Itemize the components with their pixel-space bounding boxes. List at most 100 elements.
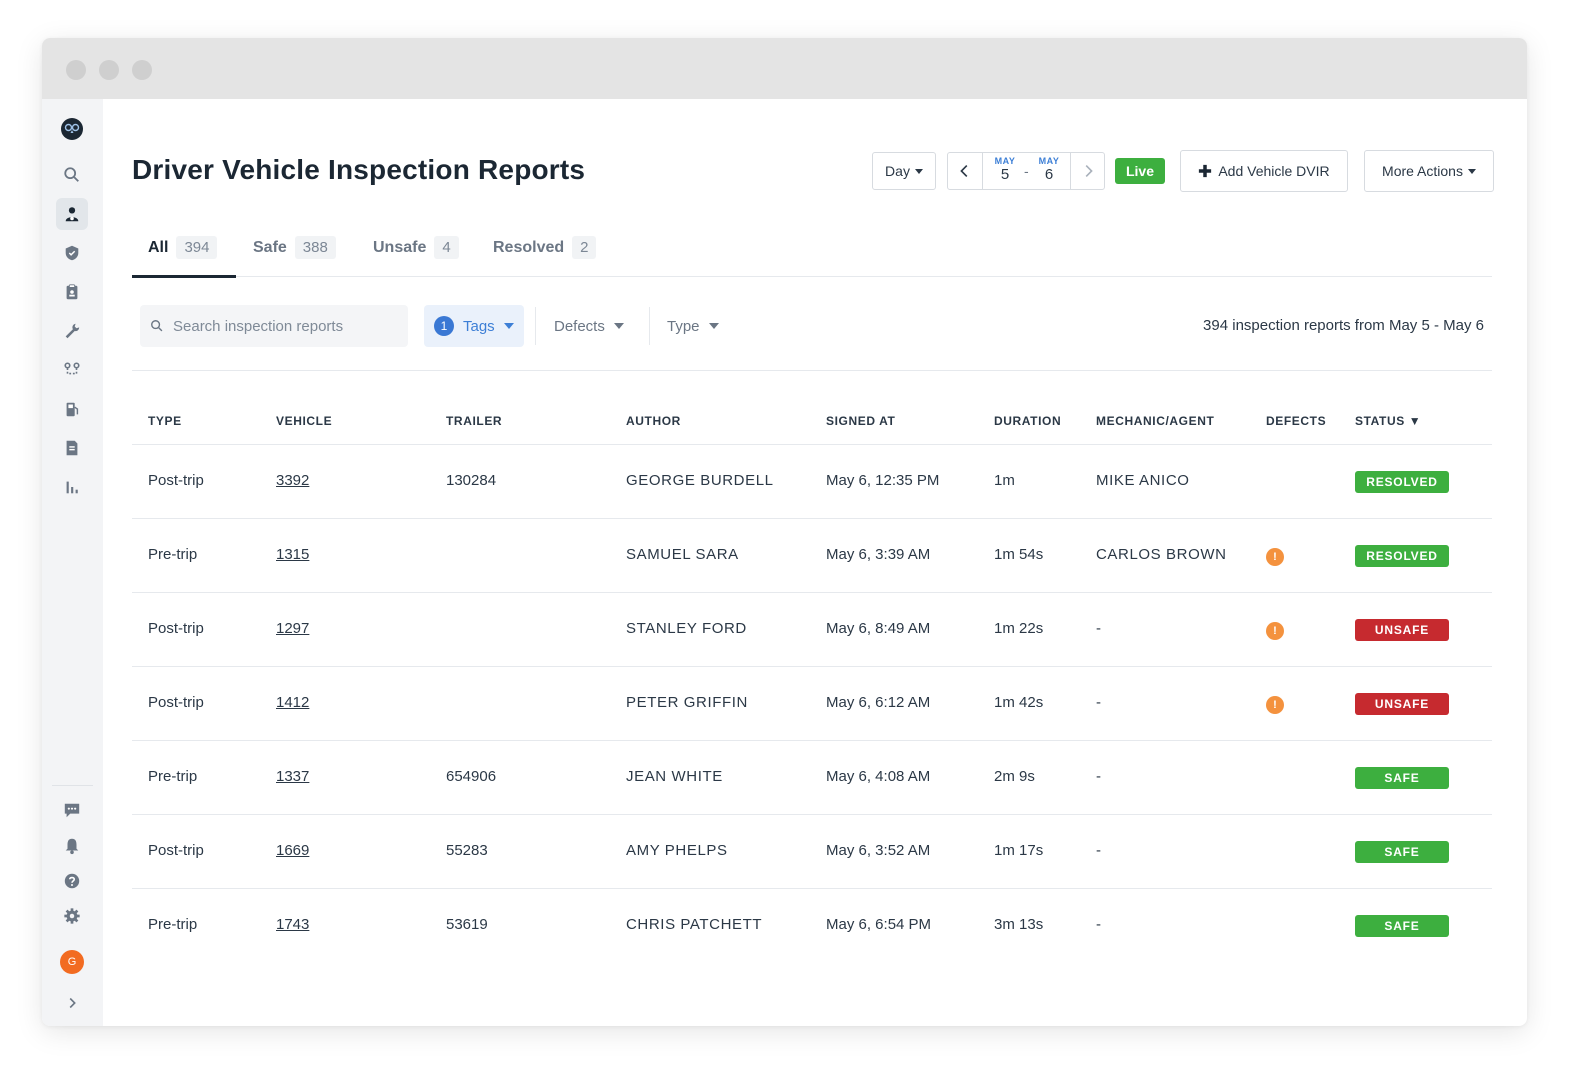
add-vehicle-dvir-label: Add Vehicle DVIR [1218, 163, 1330, 179]
type-filter-button[interactable]: Type [667, 305, 719, 347]
type-filter-label: Type [667, 317, 700, 335]
tab-count-badge: 4 [434, 236, 459, 259]
column-header-signed-at[interactable]: SIGNED AT [826, 414, 895, 428]
cell-mechanic: - [1096, 768, 1102, 785]
more-actions-dropdown[interactable]: More Actions [1364, 150, 1494, 192]
end-date-day: 6 [1044, 166, 1054, 183]
start-date[interactable]: MAY 5 [990, 156, 1020, 183]
table-row[interactable]: Post-trip 3392 130284 GEORGE BURDELL May 6, … [132, 445, 1492, 519]
vehicle-link[interactable]: 1297 [276, 620, 309, 637]
cell-type: Pre-trip [148, 546, 198, 563]
defects-filter-button[interactable]: Defects [554, 305, 624, 347]
add-vehicle-dvir-button[interactable]: Add Vehicle DVIR [1180, 150, 1348, 192]
table-row[interactable]: Post-trip 1412 PETER GRIFFIN May 6, 6:12 AM… [132, 667, 1492, 741]
vehicle-link[interactable]: 1315 [276, 546, 309, 563]
tab-safe[interactable]: Safe 388 [253, 229, 336, 277]
status-badge: SAFE [1355, 915, 1449, 937]
search-icon[interactable] [56, 159, 88, 191]
tab-all[interactable]: All 394 [148, 229, 218, 277]
cell-mechanic: CARLOS BROWN [1096, 546, 1227, 563]
expand-sidebar-icon[interactable] [56, 987, 88, 1019]
status-badge: UNSAFE [1355, 619, 1449, 641]
window-minimize-button[interactable] [99, 60, 119, 80]
help-icon[interactable] [56, 865, 88, 897]
column-header-defects[interactable]: DEFECTS [1266, 414, 1326, 428]
cell-mechanic: MIKE ANICO [1096, 472, 1190, 489]
cell-duration: 1m 54s [994, 546, 1044, 563]
column-header-vehicle[interactable]: VEHICLE [276, 414, 332, 428]
route-icon[interactable] [56, 354, 88, 386]
cell-mechanic: - [1096, 842, 1102, 859]
chevron-down-icon [914, 168, 923, 174]
date-range-navigator: MAY 5 - MAY 6 [947, 152, 1105, 190]
plus-icon [1199, 164, 1212, 178]
cell-signed-at: May 6, 4:08 AM [826, 768, 931, 785]
live-button[interactable]: Live [1115, 158, 1165, 184]
search-box [140, 305, 408, 347]
search-input[interactable] [173, 317, 393, 335]
previous-date-button[interactable] [948, 153, 982, 189]
table-row[interactable]: Pre-trip 1337 654906 JEAN WHITE May 6, 4:08 … [132, 741, 1492, 815]
column-header-duration[interactable]: DURATION [994, 414, 1061, 428]
table-row[interactable]: Post-trip 1297 STANLEY FORD May 6, 8:49 AM 1… [132, 593, 1492, 667]
vehicle-link[interactable]: 1412 [276, 694, 309, 711]
results-summary: 394 inspection reports from May 5 - May … [1203, 317, 1484, 334]
bell-icon[interactable] [56, 830, 88, 862]
vehicle-link[interactable]: 3392 [276, 472, 309, 489]
window-close-button[interactable] [66, 60, 86, 80]
tags-filter-button[interactable]: 1 Tags [424, 305, 524, 347]
vehicle-link[interactable]: 1743 [276, 916, 309, 933]
cell-duration: 1m [994, 472, 1015, 489]
vehicle-link[interactable]: 1337 [276, 768, 309, 785]
chat-icon[interactable] [56, 794, 88, 826]
gear-icon[interactable] [56, 900, 88, 932]
more-actions-label: More Actions [1382, 163, 1463, 179]
column-header-mechanic[interactable]: MECHANIC/AGENT [1096, 414, 1214, 428]
tab-label: Resolved [493, 239, 565, 256]
fuel-icon[interactable] [56, 393, 88, 425]
wrench-icon[interactable] [56, 315, 88, 347]
chevron-down-icon [708, 323, 719, 329]
window-maximize-button[interactable] [132, 60, 152, 80]
cell-author: PETER GRIFFIN [626, 694, 748, 711]
table-row[interactable]: Pre-trip 1743 53619 CHRIS PATCHETT May 6, 6:… [132, 889, 1492, 963]
table-row[interactable]: Pre-trip 1315 SAMUEL SARA May 6, 3:39 AM 1m … [132, 519, 1492, 593]
clipboard-icon[interactable] [56, 276, 88, 308]
tab-resolved[interactable]: Resolved 2 [493, 229, 597, 277]
sidebar-divider [52, 785, 93, 786]
app-window: G Driver Vehicle Inspection Reports Day … [42, 38, 1527, 1026]
cell-type: Pre-trip [148, 768, 198, 785]
column-header-trailer[interactable]: TRAILER [446, 414, 502, 428]
cell-signed-at: May 6, 6:54 PM [826, 916, 932, 933]
cell-author: SAMUEL SARA [626, 546, 739, 563]
cell-mechanic: - [1096, 916, 1102, 933]
defect-warning-icon[interactable]: ! [1266, 548, 1284, 566]
user-avatar[interactable]: G [60, 950, 84, 974]
owl-logo-icon[interactable] [56, 113, 88, 145]
tab-unsafe[interactable]: Unsafe 4 [373, 229, 459, 277]
page-title: Driver Vehicle Inspection Reports [132, 154, 586, 185]
vehicle-link[interactable]: 1669 [276, 842, 309, 859]
end-date[interactable]: MAY 6 [1034, 156, 1064, 183]
column-header-type[interactable]: TYPE [148, 414, 182, 428]
reports-chart-icon[interactable] [56, 471, 88, 503]
shield-icon[interactable] [56, 237, 88, 269]
cell-duration: 1m 22s [994, 620, 1044, 637]
day-range-dropdown[interactable]: Day [872, 152, 936, 190]
main-content: Driver Vehicle Inspection Reports Day MA… [103, 99, 1527, 1026]
cell-trailer: 130284 [446, 472, 497, 489]
status-badge: UNSAFE [1355, 693, 1449, 715]
cell-type: Post-trip [148, 472, 204, 489]
status-badge: SAFE [1355, 841, 1449, 863]
defect-warning-icon[interactable]: ! [1266, 696, 1284, 714]
table-row[interactable]: Post-trip 1669 55283 AMY PHELPS May 6, 3:52 … [132, 815, 1492, 889]
cell-mechanic: - [1096, 620, 1102, 637]
column-header-status[interactable]: STATUS ▼ [1355, 414, 1421, 428]
tab-count-badge: 2 [572, 236, 597, 259]
column-header-author[interactable]: AUTHOR [626, 414, 681, 428]
driver-icon[interactable] [56, 198, 88, 230]
document-icon[interactable] [56, 432, 88, 464]
next-date-button[interactable] [1071, 153, 1105, 189]
window-titlebar [42, 38, 1527, 99]
defect-warning-icon[interactable]: ! [1266, 622, 1284, 640]
